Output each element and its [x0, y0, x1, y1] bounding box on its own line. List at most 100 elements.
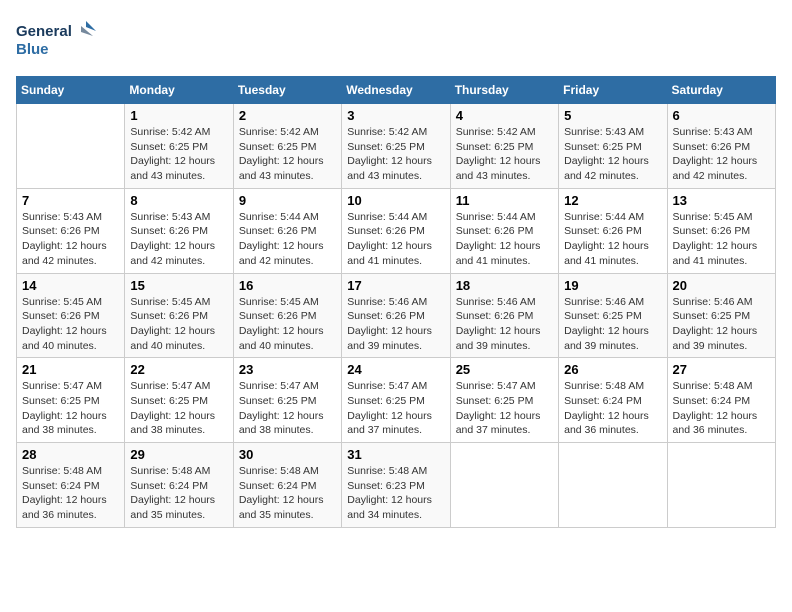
- day-detail: Sunrise: 5:45 AMSunset: 6:26 PMDaylight:…: [130, 295, 227, 354]
- calendar-cell: 15 Sunrise: 5:45 AMSunset: 6:26 PMDayligh…: [125, 273, 233, 358]
- logo-svg: General Blue: [16, 16, 96, 66]
- day-header-tuesday: Tuesday: [233, 77, 341, 104]
- calendar-cell: [17, 104, 125, 189]
- calendar-cell: 28 Sunrise: 5:48 AMSunset: 6:24 PMDayligh…: [17, 443, 125, 528]
- day-number: 3: [347, 108, 444, 123]
- calendar-cell: 6 Sunrise: 5:43 AMSunset: 6:26 PMDaylight…: [667, 104, 775, 189]
- day-detail: Sunrise: 5:47 AMSunset: 6:25 PMDaylight:…: [239, 379, 336, 438]
- day-number: 1: [130, 108, 227, 123]
- day-number: 5: [564, 108, 661, 123]
- day-detail: Sunrise: 5:47 AMSunset: 6:25 PMDaylight:…: [130, 379, 227, 438]
- calendar-cell: 12 Sunrise: 5:44 AMSunset: 6:26 PMDayligh…: [559, 188, 667, 273]
- day-number: 28: [22, 447, 119, 462]
- day-number: 16: [239, 278, 336, 293]
- day-number: 13: [673, 193, 770, 208]
- calendar-cell: 5 Sunrise: 5:43 AMSunset: 6:25 PMDaylight…: [559, 104, 667, 189]
- day-detail: Sunrise: 5:42 AMSunset: 6:25 PMDaylight:…: [239, 125, 336, 184]
- day-detail: Sunrise: 5:44 AMSunset: 6:26 PMDaylight:…: [347, 210, 444, 269]
- calendar-cell: [450, 443, 558, 528]
- calendar-cell: 30 Sunrise: 5:48 AMSunset: 6:24 PMDayligh…: [233, 443, 341, 528]
- day-detail: Sunrise: 5:42 AMSunset: 6:25 PMDaylight:…: [347, 125, 444, 184]
- day-detail: Sunrise: 5:43 AMSunset: 6:25 PMDaylight:…: [564, 125, 661, 184]
- day-detail: Sunrise: 5:42 AMSunset: 6:25 PMDaylight:…: [456, 125, 553, 184]
- header: General Blue: [16, 16, 776, 66]
- day-number: 21: [22, 362, 119, 377]
- day-detail: Sunrise: 5:48 AMSunset: 6:24 PMDaylight:…: [130, 464, 227, 523]
- day-detail: Sunrise: 5:46 AMSunset: 6:26 PMDaylight:…: [347, 295, 444, 354]
- calendar-cell: 17 Sunrise: 5:46 AMSunset: 6:26 PMDayligh…: [342, 273, 450, 358]
- day-detail: Sunrise: 5:48 AMSunset: 6:24 PMDaylight:…: [239, 464, 336, 523]
- calendar-cell: 21 Sunrise: 5:47 AMSunset: 6:25 PMDayligh…: [17, 358, 125, 443]
- day-number: 27: [673, 362, 770, 377]
- calendar-cell: 23 Sunrise: 5:47 AMSunset: 6:25 PMDayligh…: [233, 358, 341, 443]
- day-detail: Sunrise: 5:48 AMSunset: 6:24 PMDaylight:…: [22, 464, 119, 523]
- calendar-cell: 1 Sunrise: 5:42 AMSunset: 6:25 PMDaylight…: [125, 104, 233, 189]
- calendar-cell: [667, 443, 775, 528]
- day-detail: Sunrise: 5:46 AMSunset: 6:26 PMDaylight:…: [456, 295, 553, 354]
- day-detail: Sunrise: 5:46 AMSunset: 6:25 PMDaylight:…: [564, 295, 661, 354]
- calendar-cell: 25 Sunrise: 5:47 AMSunset: 6:25 PMDayligh…: [450, 358, 558, 443]
- calendar-cell: 9Sunrise: 5:44 AMSunset: 6:26 PMDaylight…: [233, 188, 341, 273]
- day-number: 12: [564, 193, 661, 208]
- day-detail: Sunrise: 5:47 AMSunset: 6:25 PMDaylight:…: [456, 379, 553, 438]
- calendar-cell: 27 Sunrise: 5:48 AMSunset: 6:24 PMDayligh…: [667, 358, 775, 443]
- svg-text:Blue: Blue: [16, 41, 49, 58]
- day-detail: Sunrise: 5:48 AMSunset: 6:24 PMDaylight:…: [673, 379, 770, 438]
- day-header-monday: Monday: [125, 77, 233, 104]
- day-detail: Sunrise: 5:48 AMSunset: 6:24 PMDaylight:…: [564, 379, 661, 438]
- calendar-cell: 19 Sunrise: 5:46 AMSunset: 6:25 PMDayligh…: [559, 273, 667, 358]
- day-number: 14: [22, 278, 119, 293]
- calendar-cell: 26 Sunrise: 5:48 AMSunset: 6:24 PMDayligh…: [559, 358, 667, 443]
- calendar-cell: 2 Sunrise: 5:42 AMSunset: 6:25 PMDaylight…: [233, 104, 341, 189]
- day-header-wednesday: Wednesday: [342, 77, 450, 104]
- calendar-cell: 29 Sunrise: 5:48 AMSunset: 6:24 PMDayligh…: [125, 443, 233, 528]
- calendar-cell: 13 Sunrise: 5:45 AMSunset: 6:26 PMDayligh…: [667, 188, 775, 273]
- svg-text:General: General: [16, 23, 72, 40]
- day-number: 31: [347, 447, 444, 462]
- day-number: 8: [130, 193, 227, 208]
- day-number: 18: [456, 278, 553, 293]
- calendar-cell: 3 Sunrise: 5:42 AMSunset: 6:25 PMDaylight…: [342, 104, 450, 189]
- calendar-cell: 24 Sunrise: 5:47 AMSunset: 6:25 PMDayligh…: [342, 358, 450, 443]
- day-number: 17: [347, 278, 444, 293]
- day-number: 10: [347, 193, 444, 208]
- day-number: 30: [239, 447, 336, 462]
- day-number: 4: [456, 108, 553, 123]
- day-number: 25: [456, 362, 553, 377]
- day-number: 2: [239, 108, 336, 123]
- calendar-cell: 20Sunrise: 5:46 AMSunset: 6:25 PMDayligh…: [667, 273, 775, 358]
- day-header-saturday: Saturday: [667, 77, 775, 104]
- calendar-cell: [559, 443, 667, 528]
- day-number: 9: [239, 193, 336, 208]
- day-number: 6: [673, 108, 770, 123]
- day-detail: Sunrise: 5:44 AMSunset: 6:26 PMDaylight:…: [564, 210, 661, 269]
- logo: General Blue: [16, 16, 96, 66]
- calendar-cell: 4 Sunrise: 5:42 AMSunset: 6:25 PMDaylight…: [450, 104, 558, 189]
- day-number: 15: [130, 278, 227, 293]
- day-number: 26: [564, 362, 661, 377]
- day-detail: Sunrise: 5:43 AMSunset: 6:26 PMDaylight:…: [673, 125, 770, 184]
- day-detail: Sunrise: 5:45 AMSunset: 6:26 PMDaylight:…: [673, 210, 770, 269]
- calendar-cell: 18 Sunrise: 5:46 AMSunset: 6:26 PMDayligh…: [450, 273, 558, 358]
- calendar-cell: 11Sunrise: 5:44 AMSunset: 6:26 PMDayligh…: [450, 188, 558, 273]
- day-number: 24: [347, 362, 444, 377]
- day-number: 11: [456, 193, 553, 208]
- calendar-table: SundayMondayTuesdayWednesdayThursdayFrid…: [16, 76, 776, 528]
- day-detail: Sunrise: 5:47 AMSunset: 6:25 PMDaylight:…: [347, 379, 444, 438]
- calendar-cell: 22 Sunrise: 5:47 AMSunset: 6:25 PMDayligh…: [125, 358, 233, 443]
- day-detail: Sunrise: 5:45 AMSunset: 6:26 PMDaylight:…: [239, 295, 336, 354]
- day-number: 23: [239, 362, 336, 377]
- calendar-cell: 10 Sunrise: 5:44 AMSunset: 6:26 PMDayligh…: [342, 188, 450, 273]
- day-number: 20: [673, 278, 770, 293]
- day-header-friday: Friday: [559, 77, 667, 104]
- day-detail: Sunrise: 5:48 AMSunset: 6:23 PMDaylight:…: [347, 464, 444, 523]
- day-detail: Sunrise: 5:47 AMSunset: 6:25 PMDaylight:…: [22, 379, 119, 438]
- day-number: 7: [22, 193, 119, 208]
- day-header-thursday: Thursday: [450, 77, 558, 104]
- day-detail: Sunrise: 5:45 AMSunset: 6:26 PMDaylight:…: [22, 295, 119, 354]
- calendar-cell: 31 Sunrise: 5:48 AMSunset: 6:23 PMDayligh…: [342, 443, 450, 528]
- day-number: 29: [130, 447, 227, 462]
- day-detail: Sunrise: 5:42 AMSunset: 6:25 PMDaylight:…: [130, 125, 227, 184]
- day-number: 19: [564, 278, 661, 293]
- day-number: 22: [130, 362, 227, 377]
